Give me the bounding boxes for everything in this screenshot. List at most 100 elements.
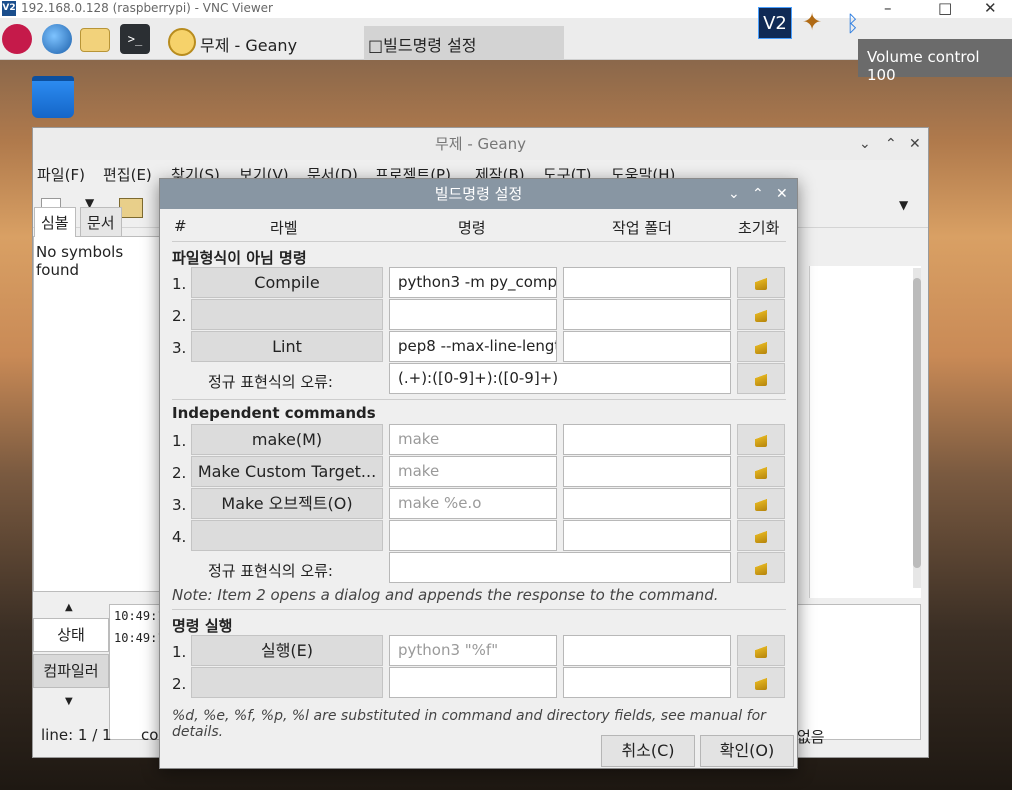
section-filetype-independent: 파일형식이 아님 명령 [172,249,307,267]
reset-button[interactable] [737,267,785,298]
tab-documents[interactable]: 문서 [80,207,122,237]
command-field[interactable]: make %e.o [389,488,557,519]
broom-icon [755,527,767,543]
broom-icon [755,642,767,658]
row-number: 2. [172,464,187,482]
workdir-field[interactable] [563,331,731,362]
geany-titlebar: 무제 - Geany ⌄ ⌃ ✕ [33,128,928,160]
workdir-field[interactable] [563,424,731,455]
message-line: 10:49:1 [114,631,165,645]
reset-button[interactable] [737,456,785,487]
command-field[interactable]: pep8 --max-line-length=80 [389,331,557,362]
workdir-field[interactable] [563,267,731,298]
reset-button[interactable] [737,299,785,330]
label-button-make-object[interactable]: Make 오브젝트(O) [191,488,383,519]
no-symbols-text: No symbols found [36,243,124,279]
terminal-icon[interactable]: >_ [120,24,150,54]
geany-title: 무제 - Geany [435,135,526,153]
workdir-field[interactable] [563,488,731,519]
tab-status[interactable]: 상태 [33,618,109,652]
command-field[interactable] [389,299,557,330]
command-field[interactable] [389,667,557,698]
chevron-up-icon[interactable]: ▲ [65,602,73,613]
geany-icon [168,28,196,56]
build-commands-dialog: 빌드명령 설정 ⌄ ⌃ ✕ # 라벨 명령 작업 폴더 초기화 파일형식이 아님… [159,178,798,769]
header-num: # [174,217,187,235]
header-workdir: 작업 폴더 [612,219,672,237]
error-regex-field[interactable]: (.+):([0-9]+):([0-9]+) [389,363,731,394]
vnc-server-icon[interactable]: V2 [758,7,792,39]
label-button-make-custom[interactable]: Make Custom Target... [191,456,383,487]
workdir-field[interactable] [563,456,731,487]
reset-button[interactable] [737,424,785,455]
header-reset: 초기화 [738,219,780,237]
scrollbar-thumb[interactable] [913,278,921,568]
vnc-minimize-button[interactable]: – [884,0,892,17]
vnc-window-title: 192.168.0.128 (raspberrypi) - VNC Viewer [21,1,273,15]
editor-area[interactable] [809,266,921,598]
reset-button[interactable] [737,488,785,519]
workdir-field[interactable] [563,635,731,666]
cancel-button[interactable]: 취소(C) [601,735,695,767]
label-button-lint[interactable]: Lint [191,331,383,362]
tab-symbols[interactable]: 심볼 [34,207,76,237]
toolbar-overflow-icon[interactable]: ▼ [899,198,908,212]
chevron-down-icon[interactable]: ⌄ [859,128,871,160]
menu-file[interactable]: 파일(F) [37,164,85,185]
label-button-make[interactable]: make(M) [191,424,383,455]
label-button[interactable] [191,299,383,330]
raspberry-menu-icon[interactable] [2,24,32,54]
taskbar-item-geany[interactable]: 무제 - Geany [164,26,364,60]
chevron-down-icon[interactable]: ⌄ [728,179,740,209]
vnc-maximize-button[interactable]: □ [938,0,952,17]
command-field[interactable] [389,520,557,551]
workdir-field[interactable] [563,299,731,330]
close-icon[interactable]: ✕ [909,128,921,160]
label-button[interactable] [191,520,383,551]
command-field[interactable]: make [389,456,557,487]
menu-edit[interactable]: 편집(E) [103,164,152,185]
bird-tray-icon[interactable]: ✦ [796,8,828,38]
trash-icon[interactable] [32,76,74,118]
ok-button[interactable]: 확인(O) [700,735,794,767]
reset-button[interactable] [737,363,785,394]
label-button[interactable] [191,667,383,698]
label-button-compile[interactable]: Compile [191,267,383,298]
close-icon[interactable]: ✕ [776,179,788,209]
reset-button[interactable] [737,667,785,698]
label-button-execute[interactable]: 실행(E) [191,635,383,666]
command-field[interactable]: python3 -m py_compile [389,267,557,298]
file-manager-icon[interactable] [80,28,110,52]
tab-compiler[interactable]: 컴파일러 [33,654,109,688]
vnc-close-button[interactable]: ✕ [984,0,997,17]
taskbar-item-build-settings[interactable]: □빌드명령 설정 [364,26,564,60]
message-line: 10:49:1 [114,609,165,623]
workdir-field[interactable] [563,520,731,551]
divider [172,241,786,242]
browser-icon[interactable] [42,24,72,54]
broom-icon [755,274,767,290]
error-regex-label: 정규 표현식의 오류: [208,562,333,580]
reset-button[interactable] [737,635,785,666]
reset-button[interactable] [737,331,785,362]
reset-button[interactable] [737,552,785,583]
bluetooth-icon[interactable]: ᛒ [846,12,859,37]
row-number: 2. [172,675,187,693]
chevron-down-icon[interactable]: ▼ [65,696,73,707]
broom-icon [755,338,767,354]
broom-icon [755,463,767,479]
workdir-field[interactable] [563,667,731,698]
header-label: 라벨 [270,219,298,237]
chevron-up-icon[interactable]: ⌃ [885,128,897,160]
dialog-title: 빌드명령 설정 [434,185,523,203]
open-file-icon[interactable] [119,198,143,218]
sidebar: 심볼 문서 No symbols found [33,207,163,592]
command-field[interactable]: make [389,424,557,455]
row-number: 2. [172,307,187,325]
taskbar-item-label: 빌드명령 설정 [383,36,477,55]
command-field[interactable]: python3 "%f" [389,635,557,666]
chevron-up-icon[interactable]: ⌃ [752,179,764,209]
reset-button[interactable] [737,520,785,551]
divider [172,609,786,610]
error-regex-field[interactable] [389,552,731,583]
